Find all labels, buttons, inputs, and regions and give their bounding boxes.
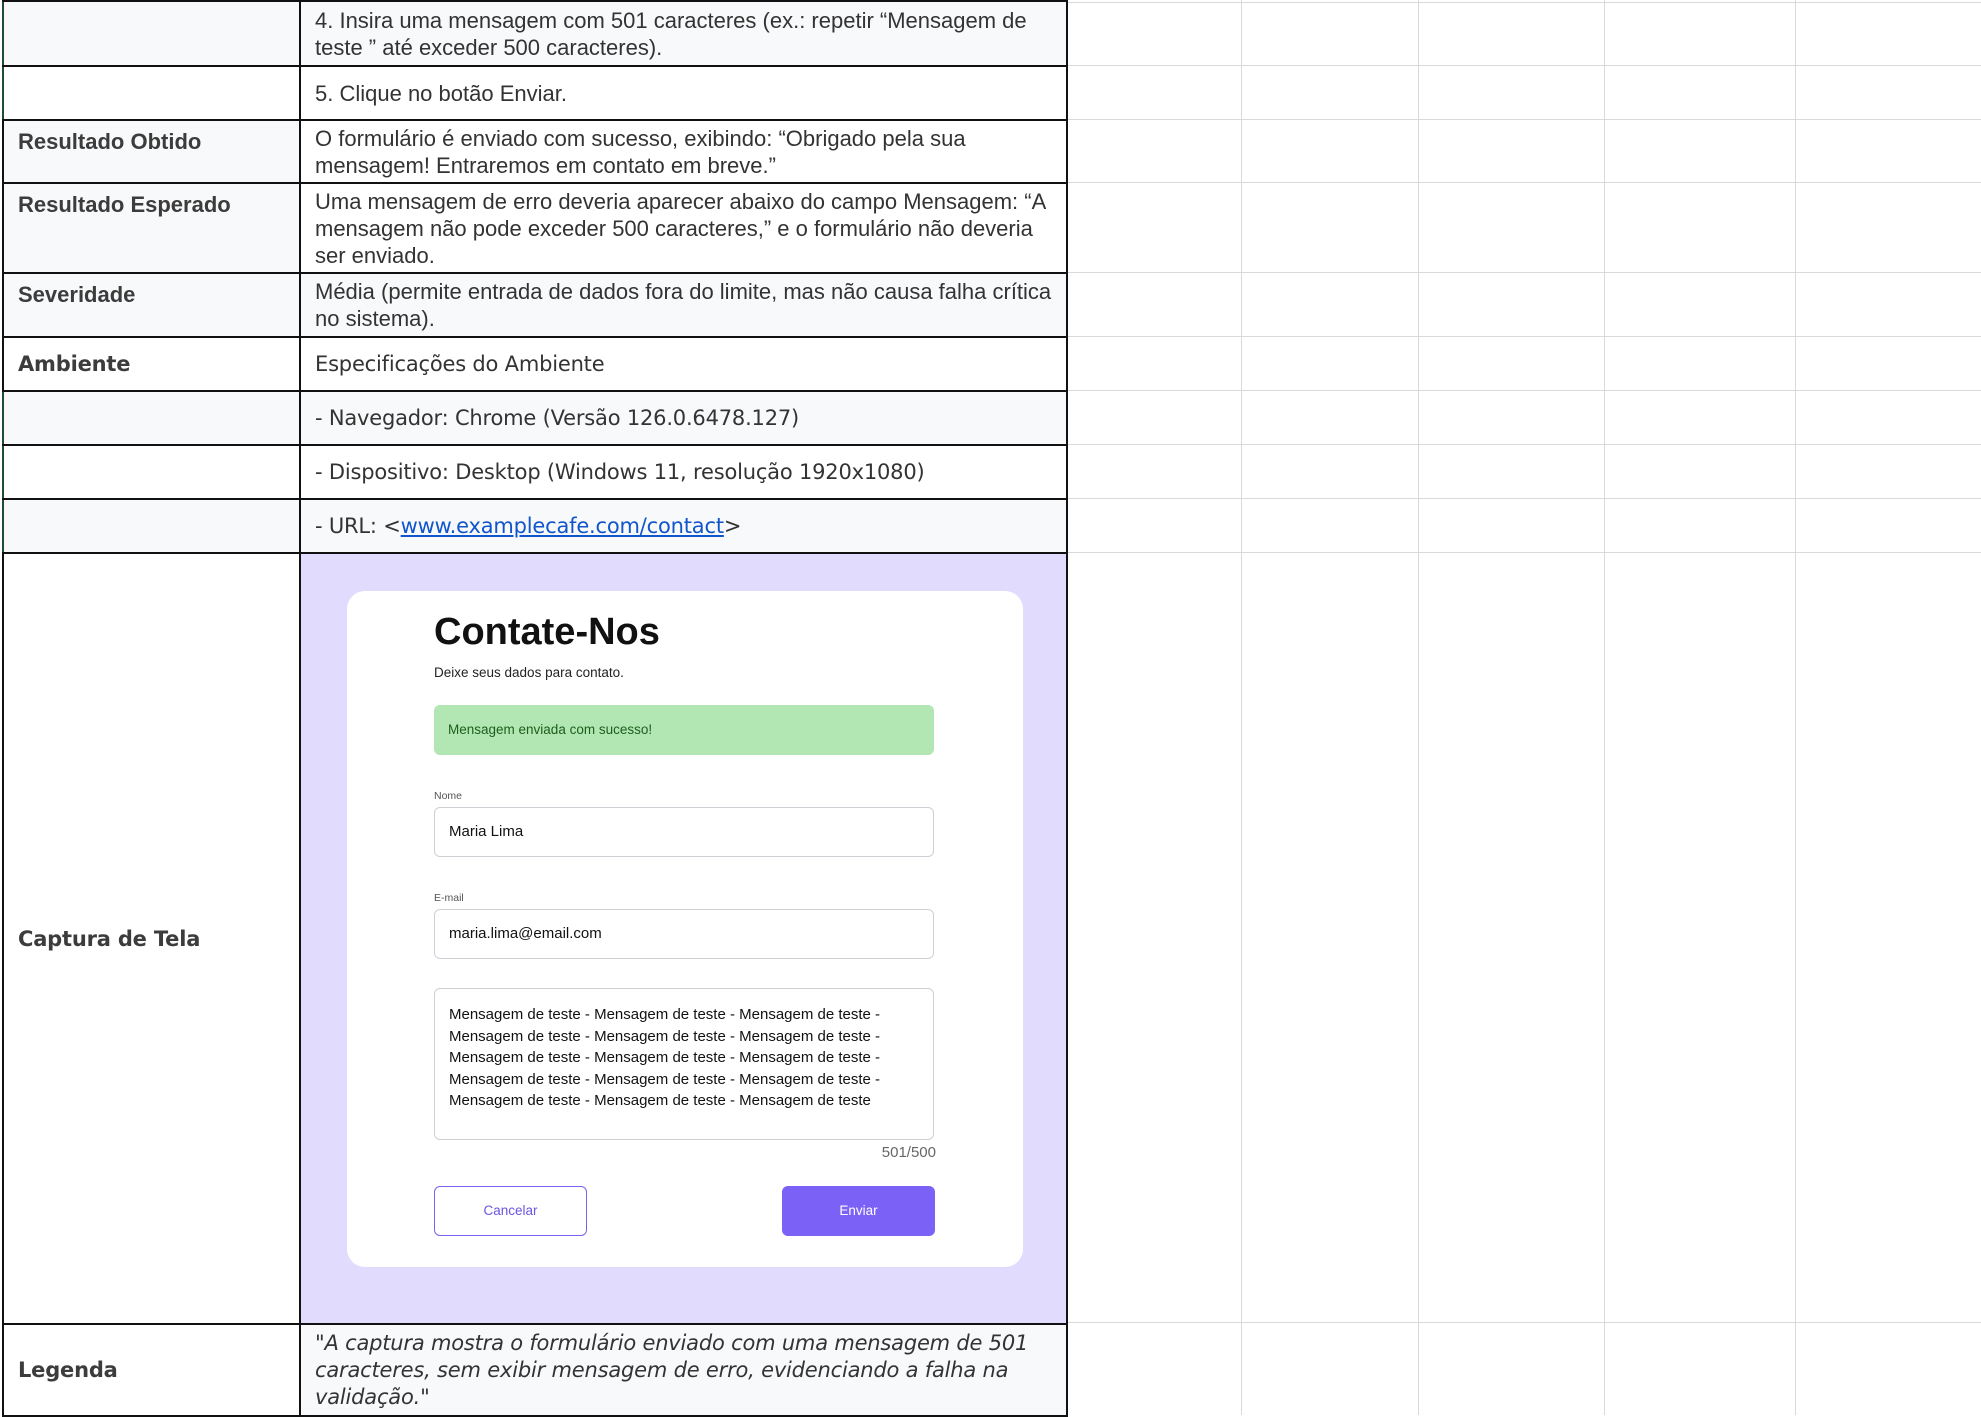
ambiente-value[interactable]: Especificações do Ambiente — [299, 336, 1068, 392]
screenshot-image: Contate-Nos Deixe seus dados para contat… — [301, 554, 1067, 1323]
grid-column-line — [1241, 0, 1242, 1415]
success-alert: Mensagem enviada com sucesso! — [434, 705, 934, 755]
row-label-empty[interactable] — [2, 444, 301, 500]
captura-de-tela-label[interactable]: Captura de Tela — [2, 552, 301, 1325]
table-row: - Dispositivo: Desktop (Windows 11, reso… — [2, 444, 1068, 500]
severidade-label[interactable]: Severidade — [2, 272, 301, 338]
table-row: - URL: <www.examplecafe.com/contact> — [2, 498, 1068, 554]
grid-row-line — [1066, 336, 1981, 337]
navegador-value[interactable]: - Navegador: Chrome (Versão 126.0.6478.1… — [299, 390, 1068, 446]
grid-row-line — [1066, 2, 1981, 3]
grid-row-line — [1066, 552, 1981, 553]
grid-column-line — [1604, 0, 1605, 1415]
grid-row-line — [1066, 119, 1981, 120]
name-label: Nome — [434, 790, 463, 802]
contact-url-link[interactable]: www.examplecafe.com/contact — [401, 514, 724, 538]
name-input[interactable]: Maria Lima — [434, 807, 934, 857]
email-input[interactable]: maria.lima@email.com — [434, 909, 934, 959]
table-row: Severidade Média (permite entrada de dad… — [2, 272, 1068, 338]
table-row: Legenda "A captura mostra o formulário e… — [2, 1323, 1068, 1417]
contact-form-card: Contate-Nos Deixe seus dados para contat… — [347, 591, 1023, 1267]
legenda-value[interactable]: "A captura mostra o formulário enviado c… — [299, 1323, 1068, 1417]
url-suffix: > — [723, 513, 742, 538]
grid-column-line — [1795, 0, 1796, 1415]
row-label-empty[interactable] — [2, 65, 301, 121]
resultado-esperado-value[interactable]: Uma mensagem de erro deveria aparecer ab… — [299, 182, 1068, 274]
grid-row-line — [1066, 390, 1981, 391]
screenshot-cell[interactable]: Contate-Nos Deixe seus dados para contat… — [299, 552, 1068, 1325]
resultado-esperado-label[interactable]: Resultado Esperado — [2, 182, 301, 274]
step-5-cell[interactable]: 5. Clique no botão Enviar. — [299, 65, 1068, 121]
grid-row-line — [1066, 498, 1981, 499]
table-row: Ambiente Especificações do Ambiente — [2, 336, 1068, 392]
url-prefix: - URL: < — [315, 513, 401, 538]
bug-report-table: 4. Insira uma mensagem com 501 caractere… — [2, 0, 1068, 1417]
table-row: Captura de Tela Contate-Nos Deixe seus d… — [2, 552, 1068, 1325]
resultado-obtido-value[interactable]: O formulário é enviado com sucesso, exib… — [299, 119, 1068, 184]
grid-row-line — [1066, 272, 1981, 273]
cancel-button[interactable]: Cancelar — [434, 1186, 587, 1236]
dispositivo-value[interactable]: - Dispositivo: Desktop (Windows 11, reso… — [299, 444, 1068, 500]
message-textarea[interactable]: Mensagem de teste - Mensagem de teste - … — [434, 988, 934, 1140]
table-row: Resultado Esperado Uma mensagem de erro … — [2, 182, 1068, 274]
grid-row-line — [1066, 65, 1981, 66]
table-row: Resultado Obtido O formulário é enviado … — [2, 119, 1068, 184]
step-4-cell[interactable]: 4. Insira uma mensagem com 501 caractere… — [299, 0, 1068, 67]
legenda-label[interactable]: Legenda — [2, 1323, 301, 1417]
grid-row-line — [1066, 444, 1981, 445]
grid-row-line — [1066, 1322, 1981, 1323]
severidade-value[interactable]: Média (permite entrada de dados fora do … — [299, 272, 1068, 338]
table-row: 4. Insira uma mensagem com 501 caractere… — [2, 0, 1068, 67]
form-subtitle: Deixe seus dados para contato. — [434, 665, 624, 680]
grid-row-line — [1066, 182, 1981, 183]
email-label: E-mail — [434, 892, 464, 904]
resultado-obtido-label[interactable]: Resultado Obtido — [2, 119, 301, 184]
ambiente-label[interactable]: Ambiente — [2, 336, 301, 392]
row-label-empty[interactable] — [2, 498, 301, 554]
row-label-empty[interactable] — [2, 390, 301, 446]
character-counter: 501/500 — [881, 1144, 936, 1161]
send-button[interactable]: Enviar — [782, 1186, 935, 1236]
row-label-empty[interactable] — [2, 0, 301, 67]
table-row: - Navegador: Chrome (Versão 126.0.6478.1… — [2, 390, 1068, 446]
grid-column-line — [1418, 0, 1419, 1415]
url-cell[interactable]: - URL: <www.examplecafe.com/contact> — [299, 498, 1068, 554]
form-title: Contate-Nos — [434, 611, 660, 653]
table-row: 5. Clique no botão Enviar. — [2, 65, 1068, 121]
